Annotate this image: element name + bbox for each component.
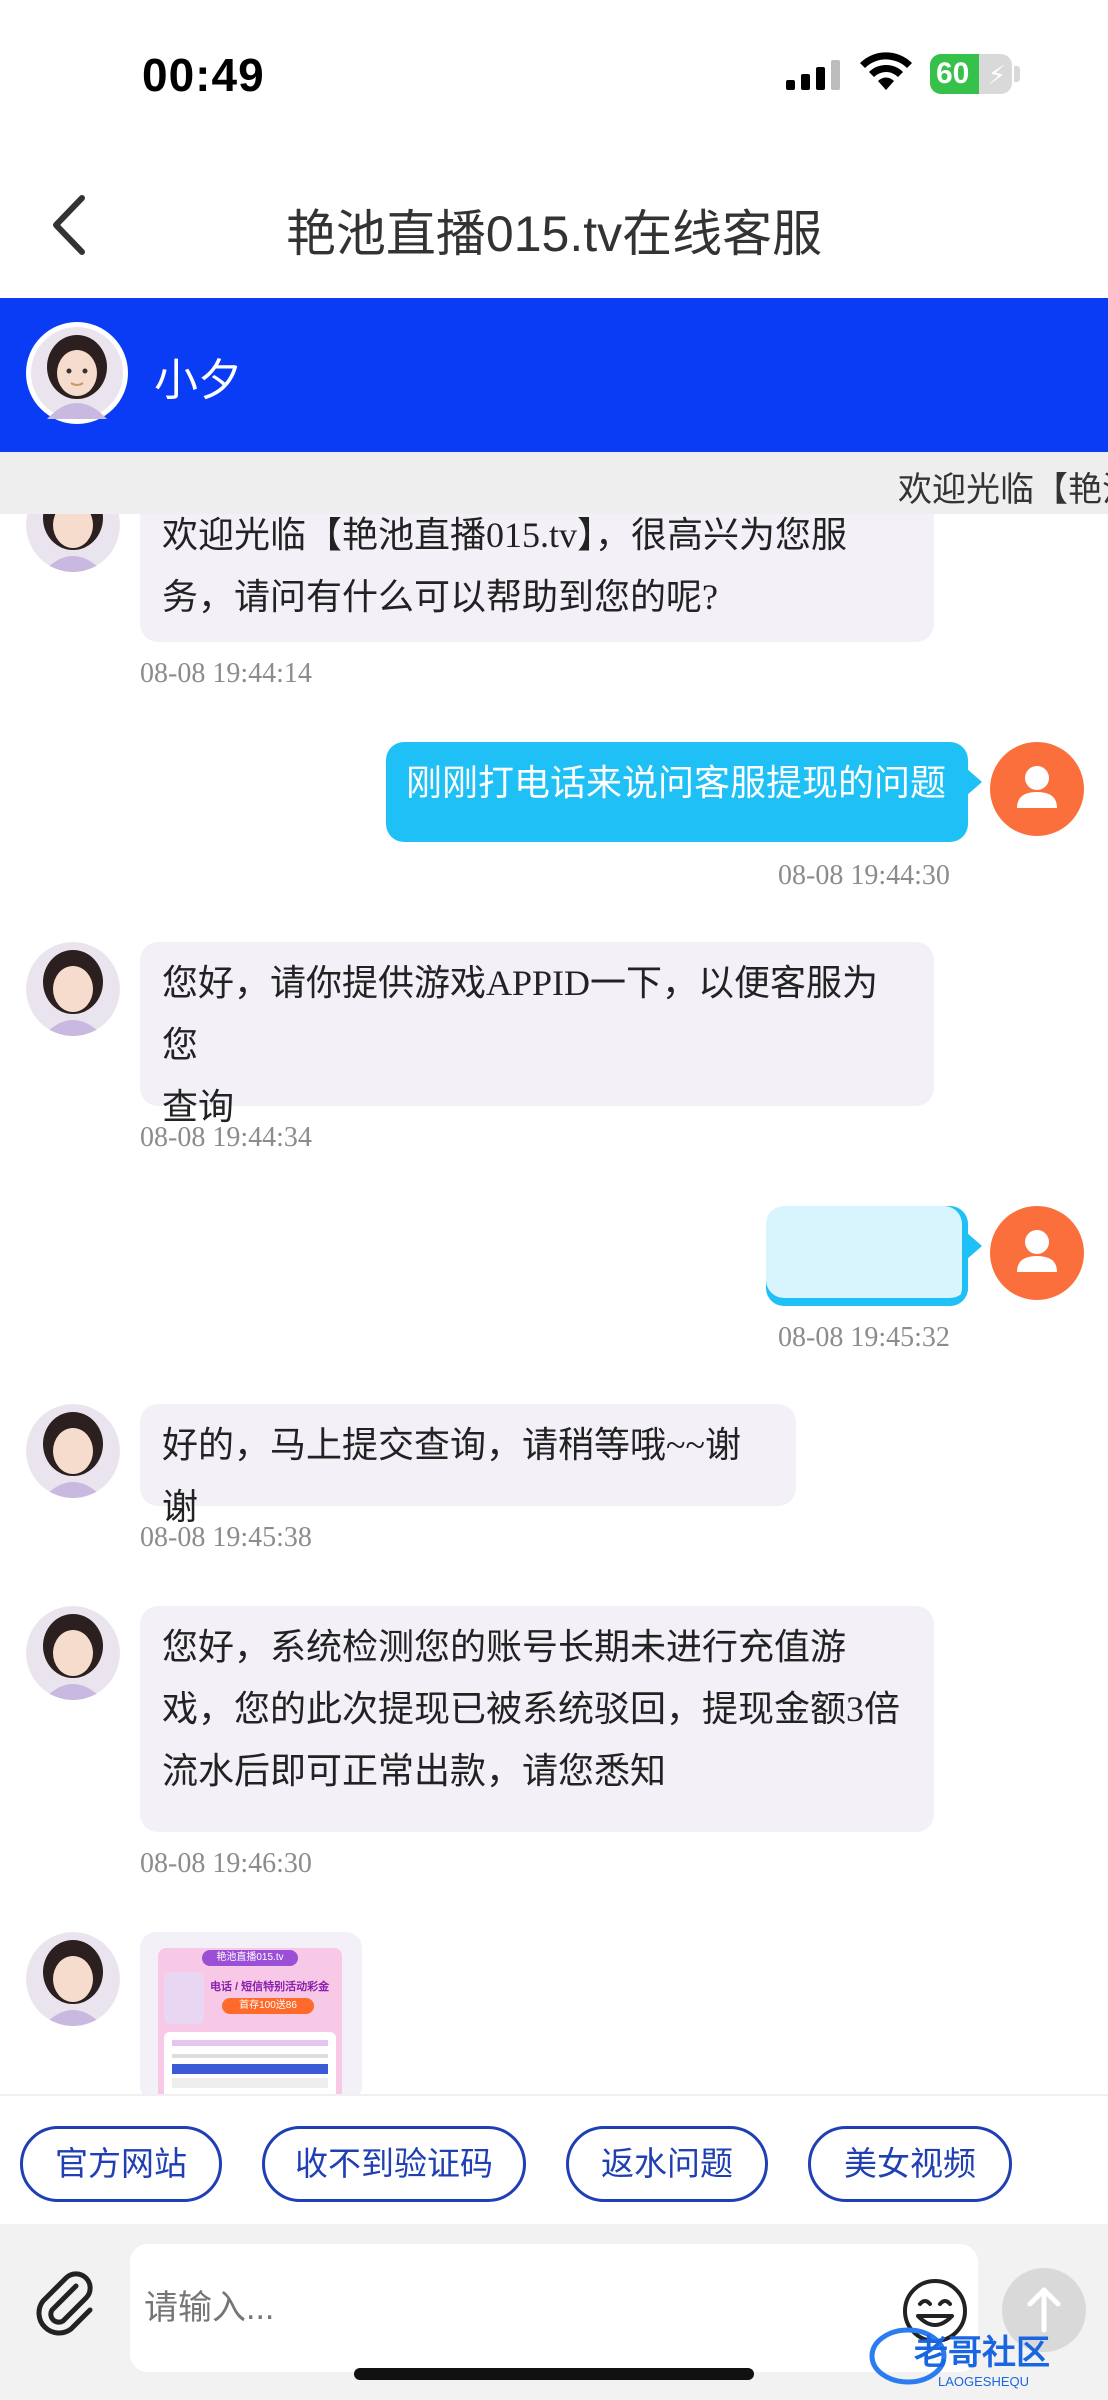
agent-message-avatar [26,514,120,572]
agent-message-avatar [26,1932,120,2026]
marquee-text: 欢迎光临【艳池 [898,471,1108,509]
user-avatar-icon [990,1206,1084,1300]
promo-table [164,2032,336,2094]
watermark-logo: 老哥社区 LAOGESHEQU [869,2327,1050,2389]
cellular-signal-icon [786,60,840,90]
quick-reply-rebate-issue[interactable]: 返水问题 [566,2126,768,2202]
charging-bolt-icon: ⚡ [987,60,1006,90]
user-message-bubble [766,1206,982,1306]
wifi-icon [860,52,912,90]
agent-message-bubble: 您好，系统检测您的账号长期未进行充值游 戏，您的此次提现已被系统驳回，提现金额3… [140,1606,934,1832]
message-input[interactable] [130,2244,978,2372]
message-timestamp: 08-08 19:45:32 [778,1322,950,1353]
message-timestamp: 08-08 19:44:14 [140,658,312,689]
message-text-line: 好的，马上提交查询，请稍等哦~~谢谢 [162,1425,741,1527]
status-bar: 00:49 60 ⚡ [0,0,1108,150]
promo-portrait [164,1972,204,2024]
quick-reply-bar: 官方网站 收不到验证码 返水问题 美女视频 [0,2094,1108,2224]
agent-name: 小夕 [154,356,242,405]
svg-text:LAOGESHEQU: LAOGESHEQU [938,2374,1029,2389]
message-text-line: 流水后即可正常出款，请您悉知 [162,1751,667,1791]
quick-reply-no-verification-code[interactable]: 收不到验证码 [262,2126,526,2202]
battery-cap [1014,66,1020,82]
page-title: 艳池直播015.tv在线客服 [285,206,823,262]
agent-header: 小夕 [0,298,1108,452]
agent-message-avatar [26,942,120,1036]
message-text-line: 您好，系统检测您的账号长期未进行充值游 [162,1627,847,1667]
message-timestamp: 08-08 19:46:30 [140,1848,312,1879]
paperclip-icon[interactable] [30,2268,100,2338]
status-time: 00:49 [142,49,265,101]
user-message-bubble: 刚刚打电话来说问客服提现的问题 [386,742,982,842]
message-input-bar: 老哥社区 LAOGESHEQU [0,2224,1108,2400]
home-indicator [354,2368,754,2380]
announcement-marquee: 欢迎光临【艳池 [0,452,1108,514]
battery-indicator: 60 ⚡ [930,54,1012,94]
quick-reply-beauty-video[interactable]: 美女视频 [808,2126,1012,2202]
promo-heading: 电话 / 短信特别活动彩金 [210,1981,330,1993]
message-text-line: 欢迎光临【艳池直播015.tv】，很高兴为您服 [162,515,848,555]
agent-message-bubble: 好的，马上提交查询，请稍等哦~~谢谢 [140,1404,796,1527]
message-text: 刚刚打电话来说问客服提现的问题 [406,762,947,803]
svg-text:老哥社区: 老哥社区 [914,2334,1050,2372]
promo-image-thumbnail: 艳池直播015.tv 电话 / 短信特别活动彩金 首存100送86 [158,1948,342,2094]
message-text-line: 戏，您的此次提现已被系统驳回，提现金额3倍 [162,1689,901,1729]
agent-avatar[interactable] [26,322,128,424]
agent-message-avatar [26,1606,120,1700]
message-text-line: 您好，请你提供游戏APPID一下，以便客服为您 [162,963,879,1065]
promo-caption: 艳池直播015.tv [202,1950,298,1966]
agent-message-bubble: 欢迎光临【艳池直播015.tv】，很高兴为您服 务，请问有什么可以帮助到您的呢? [140,514,934,642]
message-timestamp: 08-08 19:45:38 [140,1522,312,1553]
image-message[interactable]: 艳池直播015.tv 电话 / 短信特别活动彩金 首存100送86 [140,1932,362,2094]
chat-message-list[interactable]: 欢迎光临【艳池直播015.tv】，很高兴为您服 务，请问有什么可以帮助到您的呢?… [0,514,1108,2094]
user-avatar-icon [990,742,1084,836]
agent-message-avatar [26,1404,120,1498]
message-timestamp: 08-08 19:44:30 [778,860,950,891]
message-text-line: 务，请问有什么可以帮助到您的呢? [162,577,718,617]
battery-level: 60 [936,57,970,90]
agent-message-bubble: 您好，请你提供游戏APPID一下，以便客服为您 查询 [140,942,934,1127]
promo-badge: 首存100送86 [222,1998,314,2014]
nav-bar: 艳池直播015.tv在线客服 [0,150,1108,298]
agent-avatar-image [31,327,123,419]
message-timestamp: 08-08 19:44:34 [140,1122,312,1153]
quick-reply-official-site[interactable]: 官方网站 [20,2126,222,2202]
